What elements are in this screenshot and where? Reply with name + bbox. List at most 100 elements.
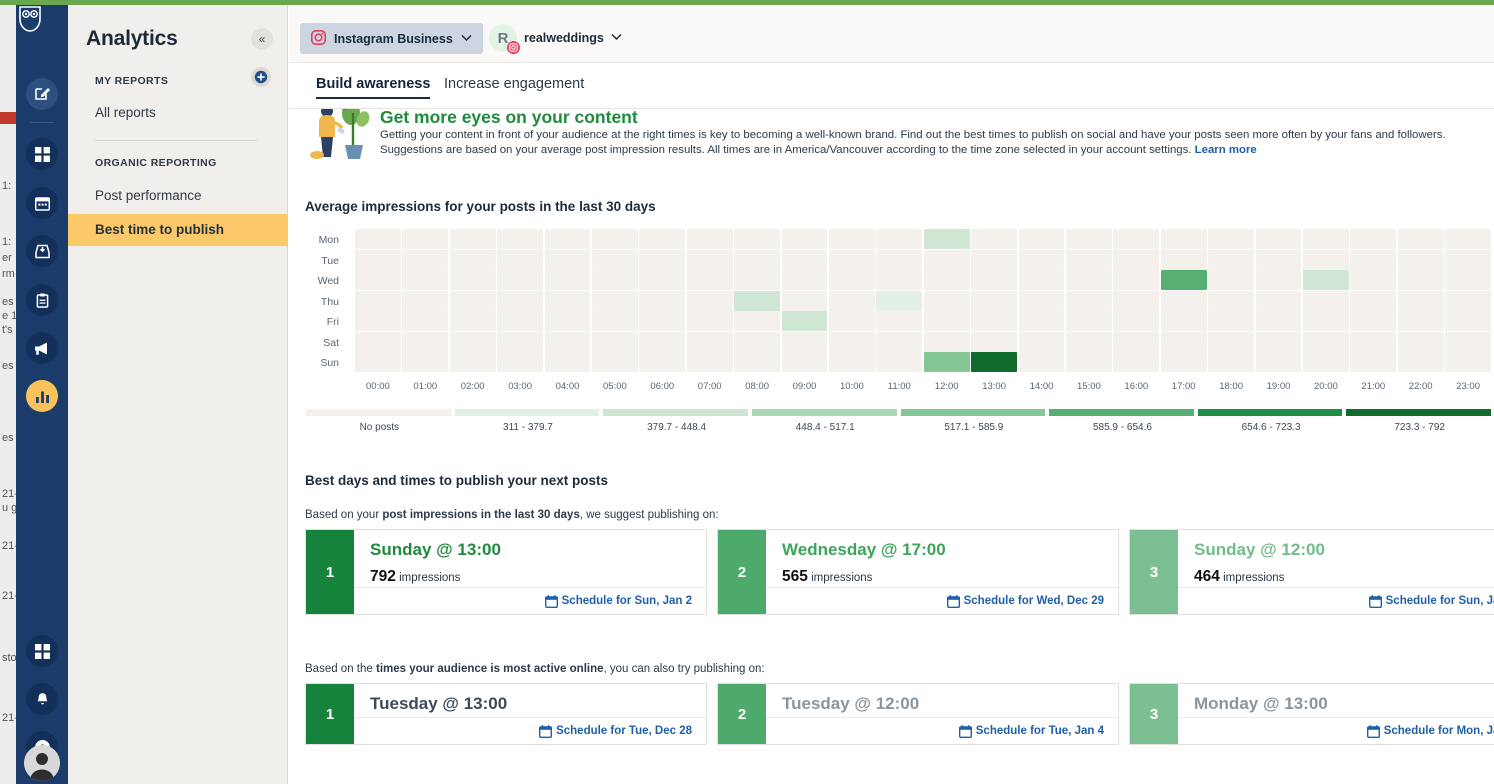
heatmap-cell[interactable] (923, 290, 970, 311)
heatmap-cell[interactable] (497, 290, 543, 311)
tab-increase-engagement[interactable]: Increase engagement (444, 76, 584, 92)
heatmap-cell[interactable] (1397, 290, 1444, 311)
card-footer[interactable]: Schedule for Sun, Jan 2 (354, 587, 706, 614)
heatmap-cell[interactable] (544, 270, 591, 290)
heatmap-cell[interactable] (1397, 229, 1444, 249)
heatmap-cell[interactable] (1350, 249, 1397, 270)
heatmap-cell[interactable] (876, 249, 923, 270)
heatmap-cell[interactable] (923, 249, 970, 270)
heatmap-cell[interactable] (734, 311, 780, 331)
heatmap-cell[interactable] (355, 352, 401, 372)
heatmap-cell[interactable] (876, 331, 923, 352)
heatmap-cell[interactable] (923, 229, 970, 249)
heatmap-cell[interactable] (734, 229, 780, 249)
suggestion-card[interactable]: 2 Wednesday @ 17:00 565 impressions Schedul… (717, 529, 1119, 615)
heatmap-cell[interactable] (1350, 229, 1397, 249)
heatmap-cell[interactable] (402, 270, 449, 290)
heatmap-cell[interactable] (1018, 331, 1065, 352)
heatmap-cell[interactable] (449, 352, 496, 372)
heatmap-cell[interactable] (1397, 331, 1444, 352)
heatmap-cell[interactable] (781, 270, 828, 290)
heatmap-cell[interactable] (686, 352, 733, 372)
heatmap-cell[interactable] (1255, 311, 1302, 331)
heatmap-cell[interactable] (449, 270, 496, 290)
heatmap-cell[interactable] (876, 311, 923, 331)
schedule-link[interactable]: Schedule for Wed, Dec 29 (964, 595, 1104, 607)
heatmap-cell[interactable] (1397, 352, 1444, 372)
heatmap-cell[interactable] (355, 249, 401, 270)
schedule-link[interactable]: Schedule for Tue, Jan 4 (976, 725, 1104, 737)
heatmap-cell[interactable] (1208, 229, 1254, 249)
heatmap-cell[interactable] (592, 270, 638, 290)
heatmap-cell[interactable] (402, 229, 449, 249)
heatmap-cell[interactable] (1350, 331, 1397, 352)
heatmap-cell[interactable] (1255, 290, 1302, 311)
heatmap-cell[interactable] (449, 311, 496, 331)
heatmap-cell[interactable] (1113, 311, 1160, 331)
apps-icon[interactable] (26, 635, 58, 667)
heatmap-cell[interactable] (449, 331, 496, 352)
heatmap-cell[interactable] (1208, 311, 1254, 331)
heatmap-cell[interactable] (355, 290, 401, 311)
heatmap-cell[interactable] (1350, 270, 1397, 290)
heatmap-cell[interactable] (1350, 352, 1397, 372)
heatmap-cell[interactable] (1255, 249, 1302, 270)
heatmap-cell[interactable] (1303, 290, 1349, 311)
heatmap-cell[interactable] (592, 229, 638, 249)
heatmap-cell[interactable] (544, 311, 591, 331)
heatmap-cell[interactable] (1018, 311, 1065, 331)
heatmap-cell[interactable] (1445, 352, 1491, 372)
heatmap-cell[interactable] (449, 290, 496, 311)
analytics-icon[interactable] (26, 380, 58, 412)
heatmap-cell[interactable] (1255, 352, 1302, 372)
heatmap-cell[interactable] (355, 311, 401, 331)
heatmap-cell[interactable] (1255, 229, 1302, 249)
tab-build-awareness[interactable]: Build awareness (316, 76, 431, 99)
heatmap-cell[interactable] (1445, 249, 1491, 270)
compose-icon[interactable] (26, 78, 58, 110)
heatmap-cell[interactable] (1066, 352, 1112, 372)
heatmap-cell[interactable] (686, 249, 733, 270)
card-footer[interactable]: Schedule for Wed, Dec 29 (766, 587, 1118, 614)
heatmap-cell[interactable] (449, 249, 496, 270)
heatmap-cell[interactable] (971, 311, 1017, 331)
heatmap-cell[interactable] (1445, 311, 1491, 331)
heatmap-cell[interactable] (1397, 311, 1444, 331)
sidebar-item-all-reports[interactable]: All reports (95, 105, 156, 120)
heatmap-cell[interactable] (355, 270, 401, 290)
heatmap-cell[interactable] (734, 352, 780, 372)
heatmap-cell[interactable] (829, 331, 875, 352)
suggestion-card[interactable]: 3 Monday @ 13:00 Schedule for Mon, Jan 3 (1129, 683, 1494, 745)
heatmap-cell[interactable] (686, 331, 733, 352)
heatmap-cell[interactable] (592, 331, 638, 352)
heatmap-cell[interactable] (781, 229, 828, 249)
schedule-link[interactable]: Schedule for Tue, Dec 28 (556, 725, 692, 737)
heatmap-cell[interactable] (971, 331, 1017, 352)
heatmap-cell[interactable] (544, 249, 591, 270)
heatmap-cell[interactable] (592, 352, 638, 372)
heatmap-cell[interactable] (639, 352, 686, 372)
heatmap-cell[interactable] (876, 229, 923, 249)
heatmap-cell[interactable] (1303, 249, 1349, 270)
heatmap-cell[interactable] (639, 290, 686, 311)
heatmap-cell[interactable] (1018, 249, 1065, 270)
heatmap-cell[interactable] (402, 249, 449, 270)
heatmap-cell[interactable] (639, 270, 686, 290)
heatmap-cell[interactable] (402, 311, 449, 331)
heatmap-cell[interactable] (1303, 229, 1349, 249)
heatmap-cell[interactable] (829, 249, 875, 270)
heatmap-cell[interactable] (355, 331, 401, 352)
heatmap-cell[interactable] (1208, 290, 1254, 311)
heatmap-cell[interactable] (971, 352, 1017, 372)
heatmap-cell[interactable] (971, 270, 1017, 290)
streams-icon[interactable] (26, 138, 58, 170)
heatmap-cell[interactable] (971, 229, 1017, 249)
heatmap-cell[interactable] (923, 270, 970, 290)
suggestion-card[interactable]: 2 Tuesday @ 12:00 Schedule for Tue, Jan 4 (717, 683, 1119, 745)
heatmap-cell[interactable] (1113, 352, 1160, 372)
advertise-megaphone-icon[interactable] (26, 332, 58, 364)
schedule-link[interactable]: Schedule for Sun, Jan 2 (562, 595, 692, 607)
heatmap-cell[interactable] (1066, 331, 1112, 352)
suggestion-card[interactable]: 1 Sunday @ 13:00 792 impressions Schedule f… (305, 529, 707, 615)
owl-logo[interactable] (16, 5, 68, 36)
